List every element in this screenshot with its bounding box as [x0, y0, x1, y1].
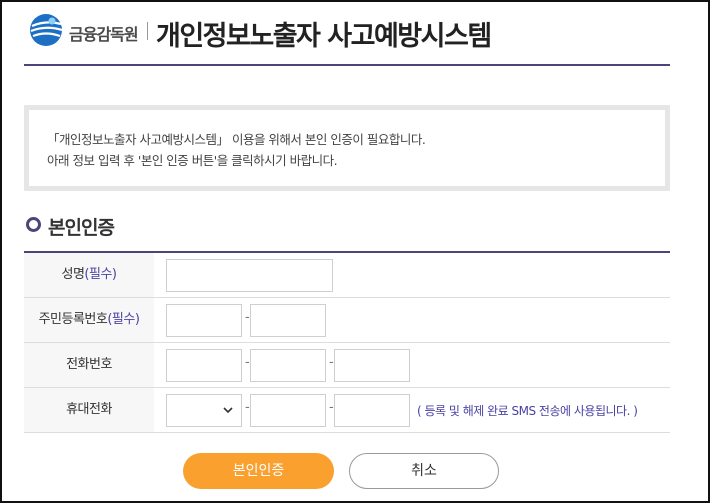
header: 금융감독원 개인정보노출자 사고예방시스템	[24, 2, 670, 66]
form-row-rrn: 주민등록번호(필수) -	[24, 298, 670, 343]
phone-part2-input[interactable]	[250, 349, 326, 382]
phone-part1-input[interactable]	[166, 349, 242, 382]
mobile-label: 휴대전화	[24, 388, 154, 432]
fss-logo-icon	[30, 14, 63, 46]
notice-line-2: 아래 정보 입력 후 '본인 인증 버튼'을 클릭하시기 바랍니다.	[47, 153, 338, 168]
circle-bullet-icon	[26, 217, 41, 232]
rrn-back-input[interactable]	[250, 304, 326, 337]
notice-line-1: 「개인정보노출자 사고예방시스템」 이용을 위해서 본인 인증이 필요합니다.	[47, 132, 426, 147]
chevron-down-icon	[223, 407, 233, 414]
required-mark: (필수)	[107, 312, 140, 327]
cancel-button[interactable]: 취소	[349, 453, 499, 489]
name-input[interactable]	[166, 259, 333, 292]
required-mark: (필수)	[84, 267, 117, 282]
rrn-front-input[interactable]	[166, 304, 242, 337]
mobile-part2-input[interactable]	[250, 394, 326, 427]
mobile-part3-input[interactable]	[334, 394, 410, 427]
dash-separator: -	[329, 400, 334, 415]
form-row-phone: 전화번호 - -	[24, 343, 670, 388]
dash-separator: -	[245, 400, 250, 415]
phone-part3-input[interactable]	[334, 349, 410, 382]
org-name: 금융감독원	[69, 25, 139, 44]
mobile-hint: ( 등록 및 해제 완료 SMS 전송에 사용됩니다. )	[417, 404, 638, 418]
dash-separator: -	[329, 355, 334, 370]
notice-box: 「개인정보노출자 사고예방시스템」 이용을 위해서 본인 인증이 필요합니다. …	[24, 105, 670, 191]
form-row-mobile: 휴대전화 - - ( 등록 및 해제 완료 SMS 전송에 사용됩니다. )	[24, 388, 670, 433]
phone-label: 전화번호	[24, 343, 154, 387]
window-frame: 금융감독원 개인정보노출자 사고예방시스템 「개인정보노출자 사고예방시스템」 …	[0, 0, 710, 503]
rrn-label-text: 주민등록번호	[38, 312, 108, 327]
name-label: 성명(필수)	[24, 253, 154, 297]
rrn-label: 주민등록번호(필수)	[24, 298, 154, 342]
verify-button[interactable]: 본인인증	[183, 453, 334, 489]
section-title: 본인인증	[48, 217, 115, 239]
name-label-text: 성명	[61, 267, 85, 282]
dash-separator: -	[245, 355, 250, 370]
mobile-carrier-select[interactable]	[166, 394, 242, 427]
form-row-name: 성명(필수)	[24, 253, 670, 298]
auth-form: 성명(필수) 주민등록번호(필수) - 전화번호 - - 휴대전화 - - (…	[24, 251, 670, 433]
header-divider	[147, 22, 148, 40]
dash-separator: -	[245, 310, 250, 325]
page-title: 개인정보노출자 사고예방시스템	[156, 21, 492, 52]
